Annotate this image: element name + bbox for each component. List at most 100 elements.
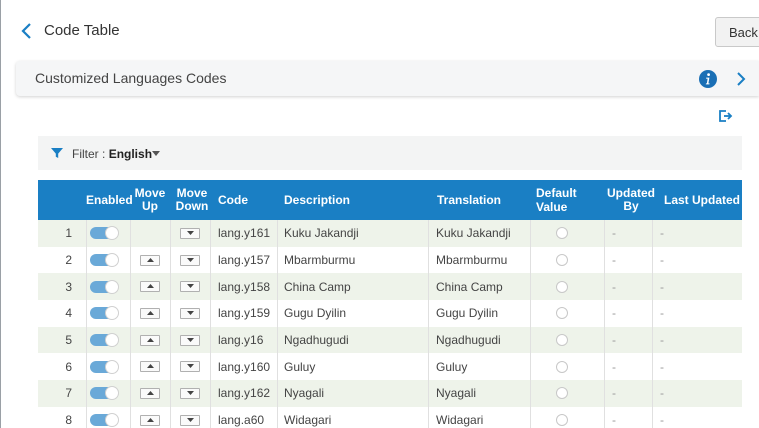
move-up-button[interactable] xyxy=(140,414,160,426)
caret-down-icon[interactable] xyxy=(152,151,160,156)
move-up-button[interactable] xyxy=(140,361,160,373)
enabled-toggle[interactable] xyxy=(90,413,119,428)
last-updated-cell: - xyxy=(660,226,664,241)
export-icon[interactable] xyxy=(717,108,733,124)
default-value-cell xyxy=(556,407,576,428)
move-down-button[interactable] xyxy=(180,334,200,346)
move-down-button[interactable] xyxy=(180,281,200,293)
move-up-button[interactable] xyxy=(140,307,160,319)
enabled-toggle[interactable] xyxy=(90,359,119,374)
chevron-right-icon[interactable] xyxy=(736,72,746,86)
move-down-cell xyxy=(178,407,202,428)
default-value-cell xyxy=(556,300,576,327)
table-row[interactable]: 7 lang.y162 Nyagali Nyagali - - xyxy=(38,380,742,407)
table-row[interactable]: 1 lang.y161 Kuku Jakandji Kuku Jakandji - - xyxy=(38,220,742,247)
table-row[interactable]: 3 lang.y158 China Camp China Camp - - xyxy=(38,273,742,301)
move-up-button[interactable] xyxy=(140,281,160,293)
move-up-button[interactable] xyxy=(140,254,160,266)
col-enabled[interactable]: Enabled xyxy=(86,180,133,220)
move-down-button[interactable] xyxy=(180,414,200,426)
table-row[interactable]: 5 lang.y16 Ngadhugudi Ngadhugudi - - xyxy=(38,326,742,354)
move-down-button[interactable] xyxy=(180,227,200,239)
move-down-cell xyxy=(178,273,202,300)
code-table-banner[interactable]: Customized Languages Codes xyxy=(16,61,759,96)
table-body: 1 lang.y161 Kuku Jakandji Kuku Jakandji - - 2 l… xyxy=(38,220,742,428)
move-down-button[interactable] xyxy=(180,361,200,373)
arrow-up-icon xyxy=(147,310,154,315)
default-value-radio[interactable] xyxy=(556,334,568,347)
col-translation[interactable]: Translation xyxy=(437,180,537,220)
arrow-up-icon xyxy=(147,337,154,342)
updated-by-cell: - xyxy=(612,413,616,428)
move-up-button[interactable] xyxy=(140,334,160,346)
move-down-button[interactable] xyxy=(180,307,200,319)
default-value-cell xyxy=(556,380,576,407)
enabled-toggle[interactable] xyxy=(90,386,119,401)
default-value-cell xyxy=(556,273,576,300)
translation-cell: Kuku Jakandji xyxy=(436,226,511,241)
filter-value: English xyxy=(108,147,153,161)
col-last-updated[interactable]: Last Updated xyxy=(664,180,742,220)
col-move-down[interactable]: Move Down xyxy=(170,180,214,220)
last-updated-cell: - xyxy=(660,413,664,428)
code-cell: lang.y16 xyxy=(218,333,264,348)
move-up-cell xyxy=(138,300,162,327)
move-up-cell xyxy=(138,407,162,428)
updated-by-cell: - xyxy=(612,359,616,374)
enabled-toggle[interactable] xyxy=(90,226,119,241)
enabled-toggle[interactable] xyxy=(90,253,119,268)
filter-dropdown[interactable]: Filter : English xyxy=(72,147,152,161)
default-value-radio[interactable] xyxy=(556,307,568,320)
move-down-button[interactable] xyxy=(180,254,200,266)
code-cell: lang.y161 xyxy=(218,226,271,241)
updated-by-cell: - xyxy=(612,253,616,268)
col-default-value[interactable]: Default Value xyxy=(536,180,606,220)
default-value-radio[interactable] xyxy=(556,254,568,267)
toggle-knob xyxy=(105,359,119,374)
move-up-button[interactable] xyxy=(140,387,160,399)
default-value-radio[interactable] xyxy=(556,414,568,427)
updated-by-cell: - xyxy=(612,226,616,241)
table-row[interactable]: 8 lang.a60 Widagari Widagari - - xyxy=(38,406,742,428)
col-description[interactable]: Description xyxy=(284,180,424,220)
default-value-cell xyxy=(556,247,576,274)
code-cell: lang.y162 xyxy=(218,386,271,401)
enabled-toggle[interactable] xyxy=(90,333,119,348)
page-header: Code Table Back xyxy=(1,0,759,60)
row-number: 2 xyxy=(65,253,72,268)
col-code[interactable]: Code xyxy=(218,180,278,220)
languages-table: Enabled Move Up Move Down Code Descripti… xyxy=(38,180,742,428)
arrow-down-icon xyxy=(187,364,194,369)
default-value-radio[interactable] xyxy=(556,387,568,400)
table-row[interactable]: 6 lang.y160 Guluy Guluy - - xyxy=(38,353,742,381)
default-value-radio[interactable] xyxy=(556,227,568,240)
filter-icon xyxy=(51,148,63,158)
description-cell: Widagari xyxy=(284,413,332,428)
description-cell: Ngadhugudi xyxy=(284,333,349,348)
back-button[interactable]: Back xyxy=(715,17,759,47)
row-number: 6 xyxy=(65,359,72,374)
arrow-up-icon xyxy=(147,257,154,262)
updated-by-cell: - xyxy=(612,386,616,401)
last-updated-cell: - xyxy=(660,386,664,401)
col-updated-by[interactable]: Updated By xyxy=(607,180,655,220)
row-number: 4 xyxy=(65,306,72,321)
default-value-radio[interactable] xyxy=(556,280,568,293)
banner-title: Customized Languages Codes xyxy=(35,70,227,86)
table-row[interactable]: 4 lang.y159 Gugu Dyilin Gugu Dyilin - - xyxy=(38,300,742,327)
table-row[interactable]: 2 lang.y157 Mbarmburmu Mbarmburmu - - xyxy=(38,246,742,274)
updated-by-cell: - xyxy=(612,279,616,294)
col-move-up[interactable]: Move Up xyxy=(130,180,170,220)
default-value-radio[interactable] xyxy=(556,360,568,373)
translation-cell: Gugu Dyilin xyxy=(436,306,499,321)
move-down-button[interactable] xyxy=(180,387,200,399)
arrow-up-icon xyxy=(147,284,154,289)
enabled-toggle[interactable] xyxy=(90,279,119,294)
code-cell: lang.y159 xyxy=(218,306,271,321)
chevron-left-icon[interactable] xyxy=(19,22,33,40)
info-icon[interactable] xyxy=(699,70,717,88)
enabled-toggle[interactable] xyxy=(90,306,119,321)
page-title: Code Table xyxy=(44,22,120,39)
translation-cell: Guluy xyxy=(436,359,468,374)
row-number: 5 xyxy=(65,333,72,348)
